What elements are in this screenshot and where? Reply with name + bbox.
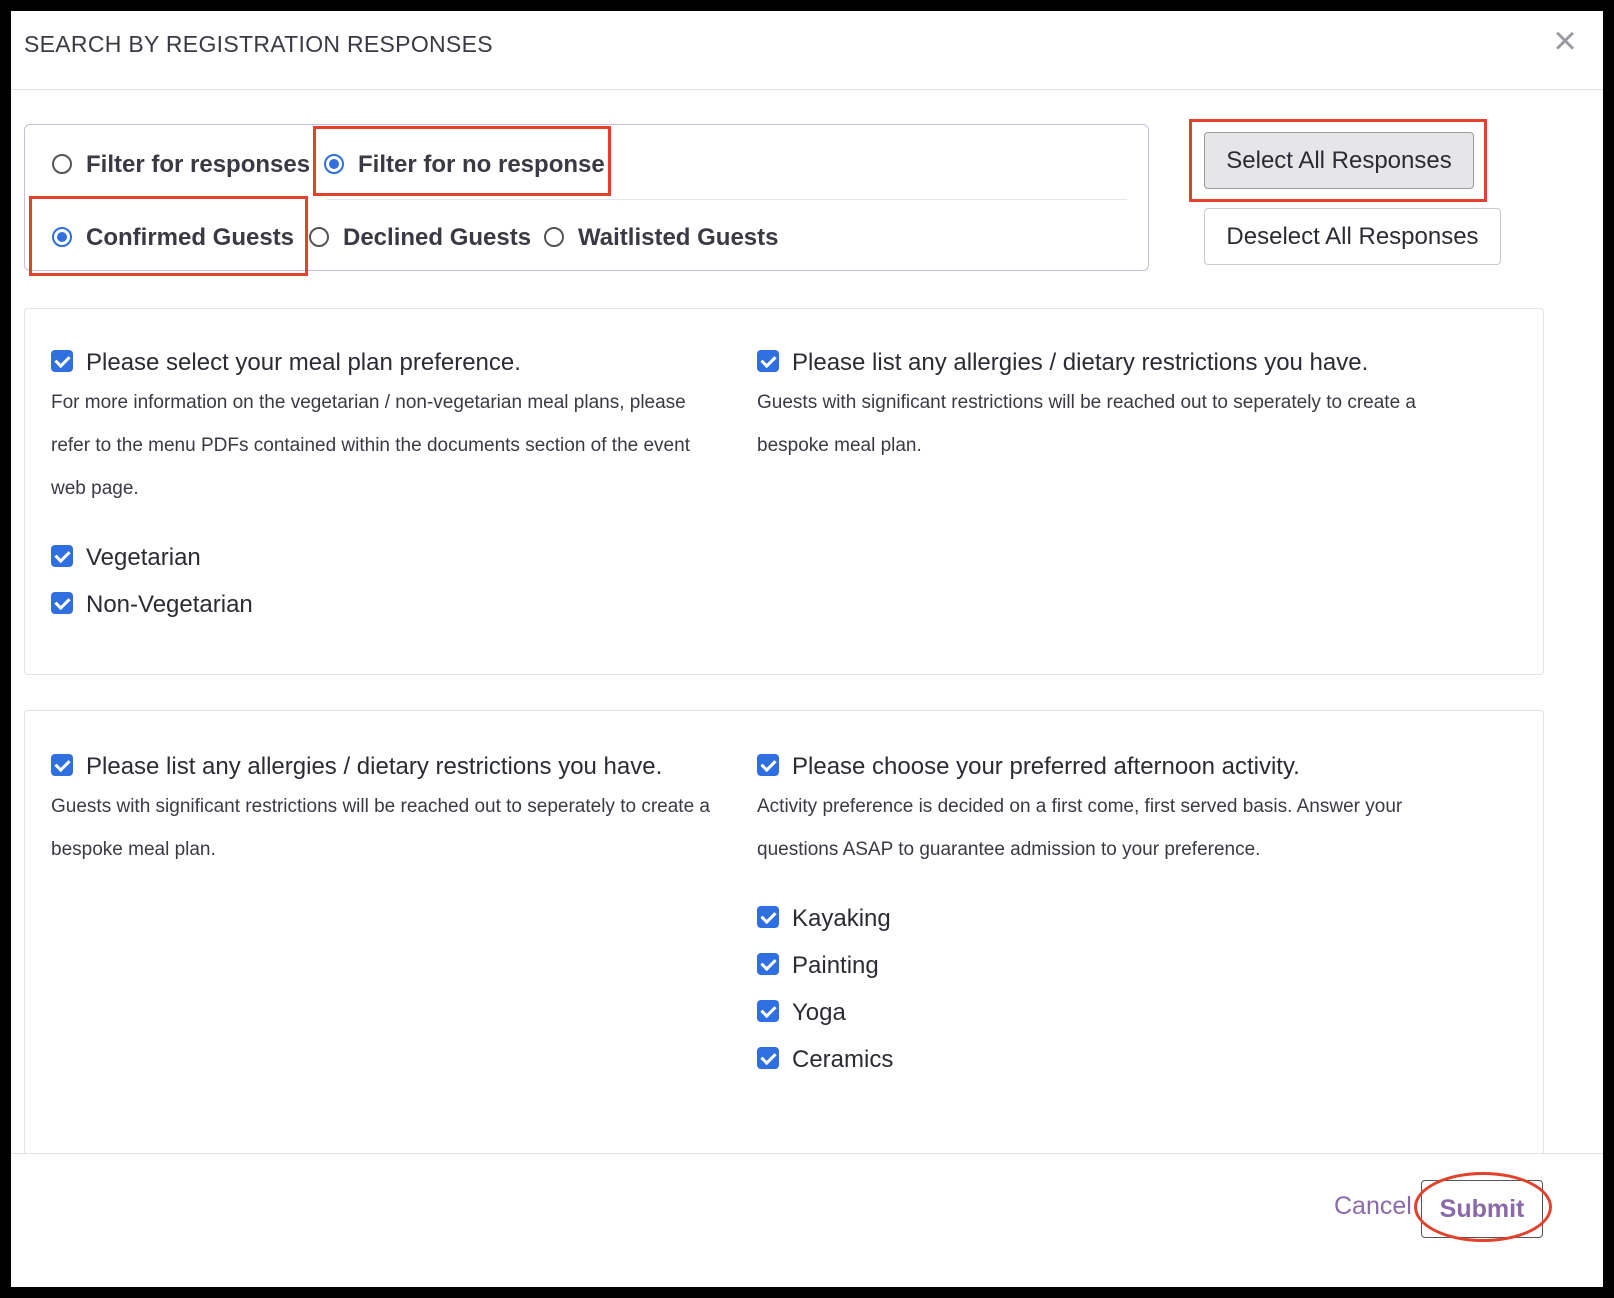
option-list: Kayaking Painting Yoga Ceramics [757,895,1417,1083]
radio-waitlisted-guests[interactable]: Waitlisted Guests [544,224,778,252]
option-painting[interactable]: Painting [757,942,1417,989]
question-description: For more information on the vegetarian /… [51,392,690,499]
checkbox-checked-icon[interactable] [757,1047,779,1070]
cancel-button[interactable]: Cancel [1334,1192,1412,1221]
radio-selected-icon[interactable] [324,153,344,174]
option-kayaking[interactable]: Kayaking [757,895,1417,942]
checkbox-checked-icon[interactable] [757,906,779,929]
checkbox-checked-icon[interactable] [51,754,73,777]
option-non-vegetarian[interactable]: Non-Vegetarian [51,581,711,628]
question-block: Please select your meal plan preference.… [51,349,711,628]
checkbox-checked-icon[interactable] [51,545,73,568]
option-list: Vegetarian Non-Vegetarian [51,534,711,628]
modal-footer: Cancel Submit [11,1153,1603,1287]
deselect-all-responses-button[interactable]: Deselect All Responses [1204,208,1501,265]
option-ceramics[interactable]: Ceramics [757,1036,1417,1083]
checkbox-checked-icon[interactable] [757,754,779,777]
question-header[interactable]: Please choose your preferred afternoon a… [757,753,1417,781]
checkbox-checked-icon[interactable] [757,350,779,373]
question-header[interactable]: Please select your meal plan preference. [51,349,711,377]
question-description: Guests with significant restrictions wil… [51,796,710,860]
radio-selected-icon[interactable] [52,226,72,247]
close-icon[interactable]: × [1547,21,1583,61]
question-block: Please list any allergies / dietary rest… [51,753,711,871]
modal-title: SEARCH BY REGISTRATION RESPONSES [24,31,493,57]
modal-header: SEARCH BY REGISTRATION RESPONSES × [11,11,1603,90]
checkbox-checked-icon[interactable] [757,953,779,976]
submit-button[interactable]: Submit [1421,1180,1543,1238]
option-vegetarian[interactable]: Vegetarian [51,534,711,581]
option-yoga[interactable]: Yoga [757,989,1417,1036]
radio-filter-for-responses[interactable]: Filter for responses [52,151,310,179]
radio-unselected-icon[interactable] [544,226,564,247]
response-card: Please select your meal plan preference.… [24,308,1544,675]
question-header[interactable]: Please list any allergies / dietary rest… [51,753,711,781]
question-description: Guests with significant restrictions wil… [757,392,1416,456]
filter-group: Filter for responses Filter for no respo… [24,124,1149,271]
radio-declined-guests[interactable]: Declined Guests [309,224,531,252]
response-card: Please list any allergies / dietary rest… [24,710,1544,1230]
checkbox-checked-icon[interactable] [757,1000,779,1023]
select-all-responses-button[interactable]: Select All Responses [1204,132,1474,189]
radio-filter-for-no-response[interactable]: Filter for no response [324,151,605,179]
registration-search-modal: SEARCH BY REGISTRATION RESPONSES × Filte… [11,11,1603,1287]
radio-unselected-icon[interactable] [52,153,72,174]
radio-confirmed-guests[interactable]: Confirmed Guests [52,224,294,252]
checkbox-checked-icon[interactable] [51,592,73,615]
radio-unselected-icon[interactable] [309,226,329,247]
question-header[interactable]: Please list any allergies / dietary rest… [757,349,1417,377]
question-block: Please list any allergies / dietary rest… [757,349,1417,467]
checkbox-checked-icon[interactable] [51,350,73,373]
question-block: Please choose your preferred afternoon a… [757,753,1417,1083]
question-description: Activity preference is decided on a firs… [757,796,1403,860]
filter-divider [327,199,1127,200]
